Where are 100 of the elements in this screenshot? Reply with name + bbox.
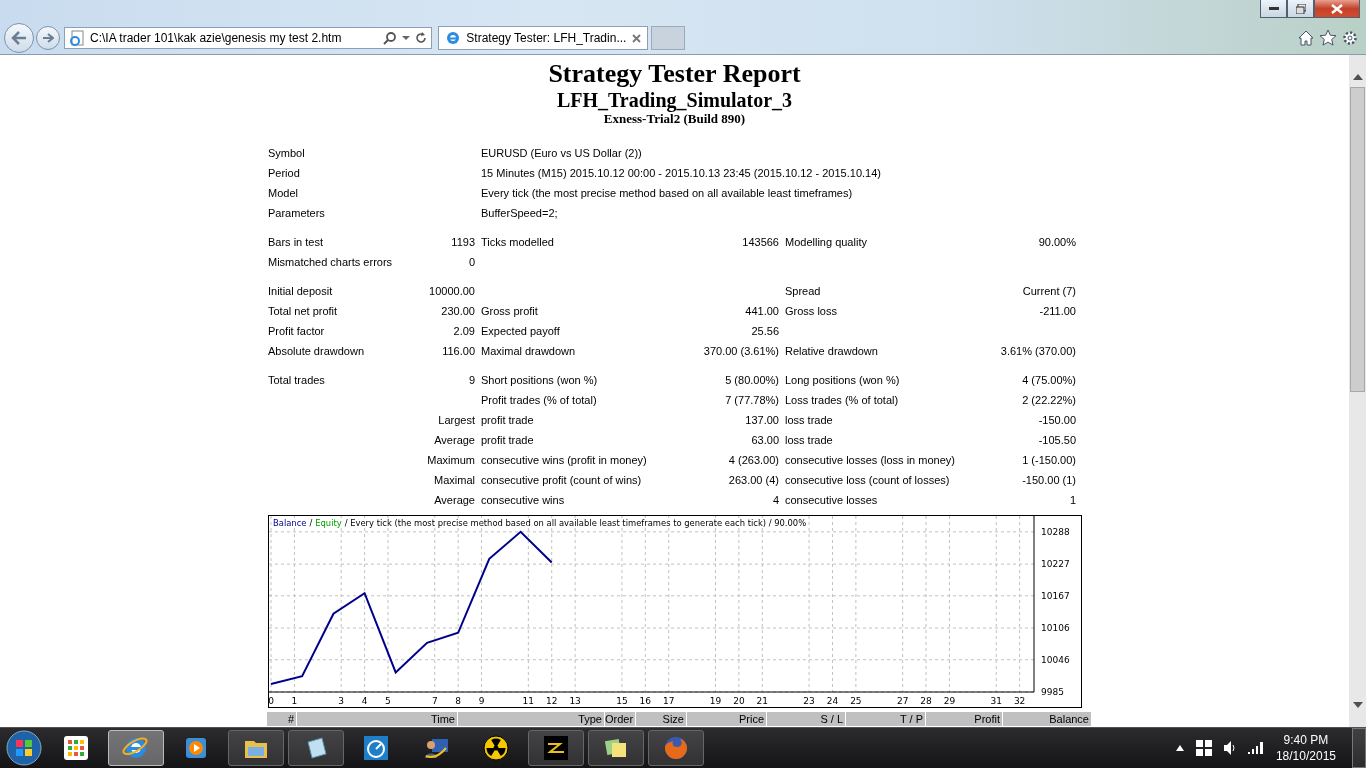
minimize-button[interactable] <box>1260 0 1287 18</box>
address-field[interactable]: C:\IA trader 101\kak azie\genesis my test 2.htm <box>64 27 432 49</box>
stat-label: Expected payoff <box>481 325 560 337</box>
back-button[interactable] <box>4 23 34 53</box>
star-icon[interactable] <box>1320 30 1336 46</box>
field-value: EURUSD (Euro vs US Dollar (2)) <box>481 147 643 159</box>
browser-icon <box>445 30 461 46</box>
browser-tab[interactable]: Strategy Tester: LFH_Tradin... <box>438 26 648 50</box>
taskbar-button[interactable] <box>588 730 644 766</box>
x-tick-label: 15 <box>616 696 628 706</box>
stat-value: 10000.00 <box>429 285 475 297</box>
stat-label: profit trade <box>481 434 534 446</box>
stat-value: 1 (-150.00) <box>1022 454 1076 466</box>
column-header: Price <box>687 712 766 726</box>
right-arrow-icon <box>42 33 54 43</box>
up-arrow-icon[interactable] <box>1352 73 1363 81</box>
forward-button[interactable] <box>36 26 60 50</box>
stat-value: 230.00 <box>441 305 475 317</box>
close-icon[interactable] <box>632 33 641 43</box>
field-label: Parameters <box>268 207 326 219</box>
home-icon[interactable] <box>1298 30 1314 46</box>
stat-value: 7 (77.78%) <box>725 394 779 406</box>
x-tick-label: 16 <box>639 696 652 706</box>
stat-label: Profit factor <box>268 325 325 337</box>
column-header: Profit <box>926 712 1002 726</box>
stat-value: 2 (22.22%) <box>1022 394 1076 406</box>
signal-icon[interactable] <box>1247 742 1264 754</box>
up-arrow-icon[interactable] <box>1175 745 1184 751</box>
field-value: Every tick (the most precise method based on all available least timeframes) <box>481 187 854 199</box>
stat-label: Profit trades (% of total) <box>481 394 597 406</box>
scroll-thumb[interactable] <box>1350 87 1365 392</box>
show-desktop-button[interactable] <box>1352 728 1366 768</box>
trading-app-icon[interactable] <box>542 734 570 762</box>
x-tick-label: 17 <box>663 696 675 706</box>
stat-value: 4 (75.00%) <box>1022 374 1076 386</box>
legend-series-name: Balance <box>273 518 307 528</box>
settings-icon[interactable] <box>1342 30 1358 46</box>
stat-value: 263.00 (4) <box>728 474 779 486</box>
windows-flag-icon[interactable] <box>1195 740 1212 756</box>
stat-label: Gross loss <box>785 305 837 317</box>
close-button[interactable] <box>1314 0 1360 18</box>
stat-label: Maximal drawdown <box>481 345 576 357</box>
left-arrow-icon <box>11 31 27 45</box>
field-label: Symbol <box>268 147 306 159</box>
x-tick-label: 9 <box>478 696 485 706</box>
stat-value: 370.00 (3.61%) <box>703 345 779 357</box>
caret-icon[interactable] <box>402 35 410 41</box>
x-tick-label: 7 <box>431 696 438 706</box>
x-tick-label: 8 <box>455 696 461 706</box>
column-header: # <box>267 712 296 726</box>
minimize-icon <box>1268 6 1279 11</box>
search-icon[interactable] <box>383 31 397 45</box>
y-tick-label: 10288 <box>1041 526 1070 537</box>
y-tick-label: 10046 <box>1041 654 1070 665</box>
server-name: Exness-Trial2 (Build 890) <box>603 111 746 127</box>
stat-value: 4 (263.00) <box>728 454 779 466</box>
x-tick-label: 24 <box>826 696 839 706</box>
x-tick-label: 32 <box>1013 696 1026 706</box>
gauge-icon[interactable] <box>362 734 390 762</box>
stat-value: 137.00 <box>745 414 779 426</box>
y-tick-label: 10106 <box>1041 623 1070 634</box>
field-label: Model <box>268 187 299 199</box>
scrollbar[interactable] <box>1349 55 1366 727</box>
stat-value: 90.00% <box>1038 236 1076 248</box>
stat-value: 143566 <box>742 236 779 248</box>
column-header: S / L <box>767 712 845 726</box>
x-tick-label: 21 <box>756 696 768 706</box>
stat-label: Short positions (won %) <box>481 374 598 386</box>
taskbar-button[interactable] <box>528 730 584 766</box>
taskbar-button[interactable] <box>288 730 344 766</box>
field-label: Period <box>268 167 301 179</box>
stat-value: 4 <box>772 494 779 506</box>
stat-value: -150.00 <box>1038 414 1076 426</box>
stat-label: Gross profit <box>481 305 538 317</box>
stat-label: consecutive losses <box>785 494 878 506</box>
x-tick-label: 20 <box>733 696 745 706</box>
stat-value: -211.00 <box>1039 305 1076 317</box>
x-tick-label: 4 <box>361 696 368 706</box>
stat-label: Long positions (won %) <box>785 374 900 386</box>
stat-label: Initial deposit <box>268 285 333 297</box>
stat-label: consecutive losses (loss in money) <box>785 454 955 466</box>
down-arrow-icon[interactable] <box>1352 701 1363 709</box>
restore-button[interactable] <box>1287 0 1314 18</box>
field-value: 15 Minutes (M15) 2015.10.12 00:00 - 2015.10.13 23:45 (2015.10.12 - 2015.10.14) <box>481 167 882 179</box>
taskbar-button[interactable] <box>228 730 284 766</box>
firefox-icon[interactable] <box>662 734 690 762</box>
restore-icon <box>1295 3 1306 14</box>
stat-value: -105.50 <box>1038 434 1076 446</box>
page-icon <box>69 30 85 46</box>
stat-label: Ticks modelled <box>481 236 554 248</box>
speaker-icon[interactable] <box>1223 741 1236 755</box>
stat-label: consecutive loss (count of losses) <box>785 474 950 486</box>
stat-value: Maximal <box>434 474 475 486</box>
stat-label: consecutive wins (profit in money) <box>481 454 647 466</box>
radiation-icon[interactable] <box>482 734 510 762</box>
refresh-icon[interactable] <box>415 32 427 44</box>
close-icon <box>1331 3 1343 14</box>
app-grid-icon[interactable] <box>62 734 90 762</box>
y-tick-label: 10227 <box>1041 559 1070 570</box>
start-button[interactable] <box>4 729 44 767</box>
